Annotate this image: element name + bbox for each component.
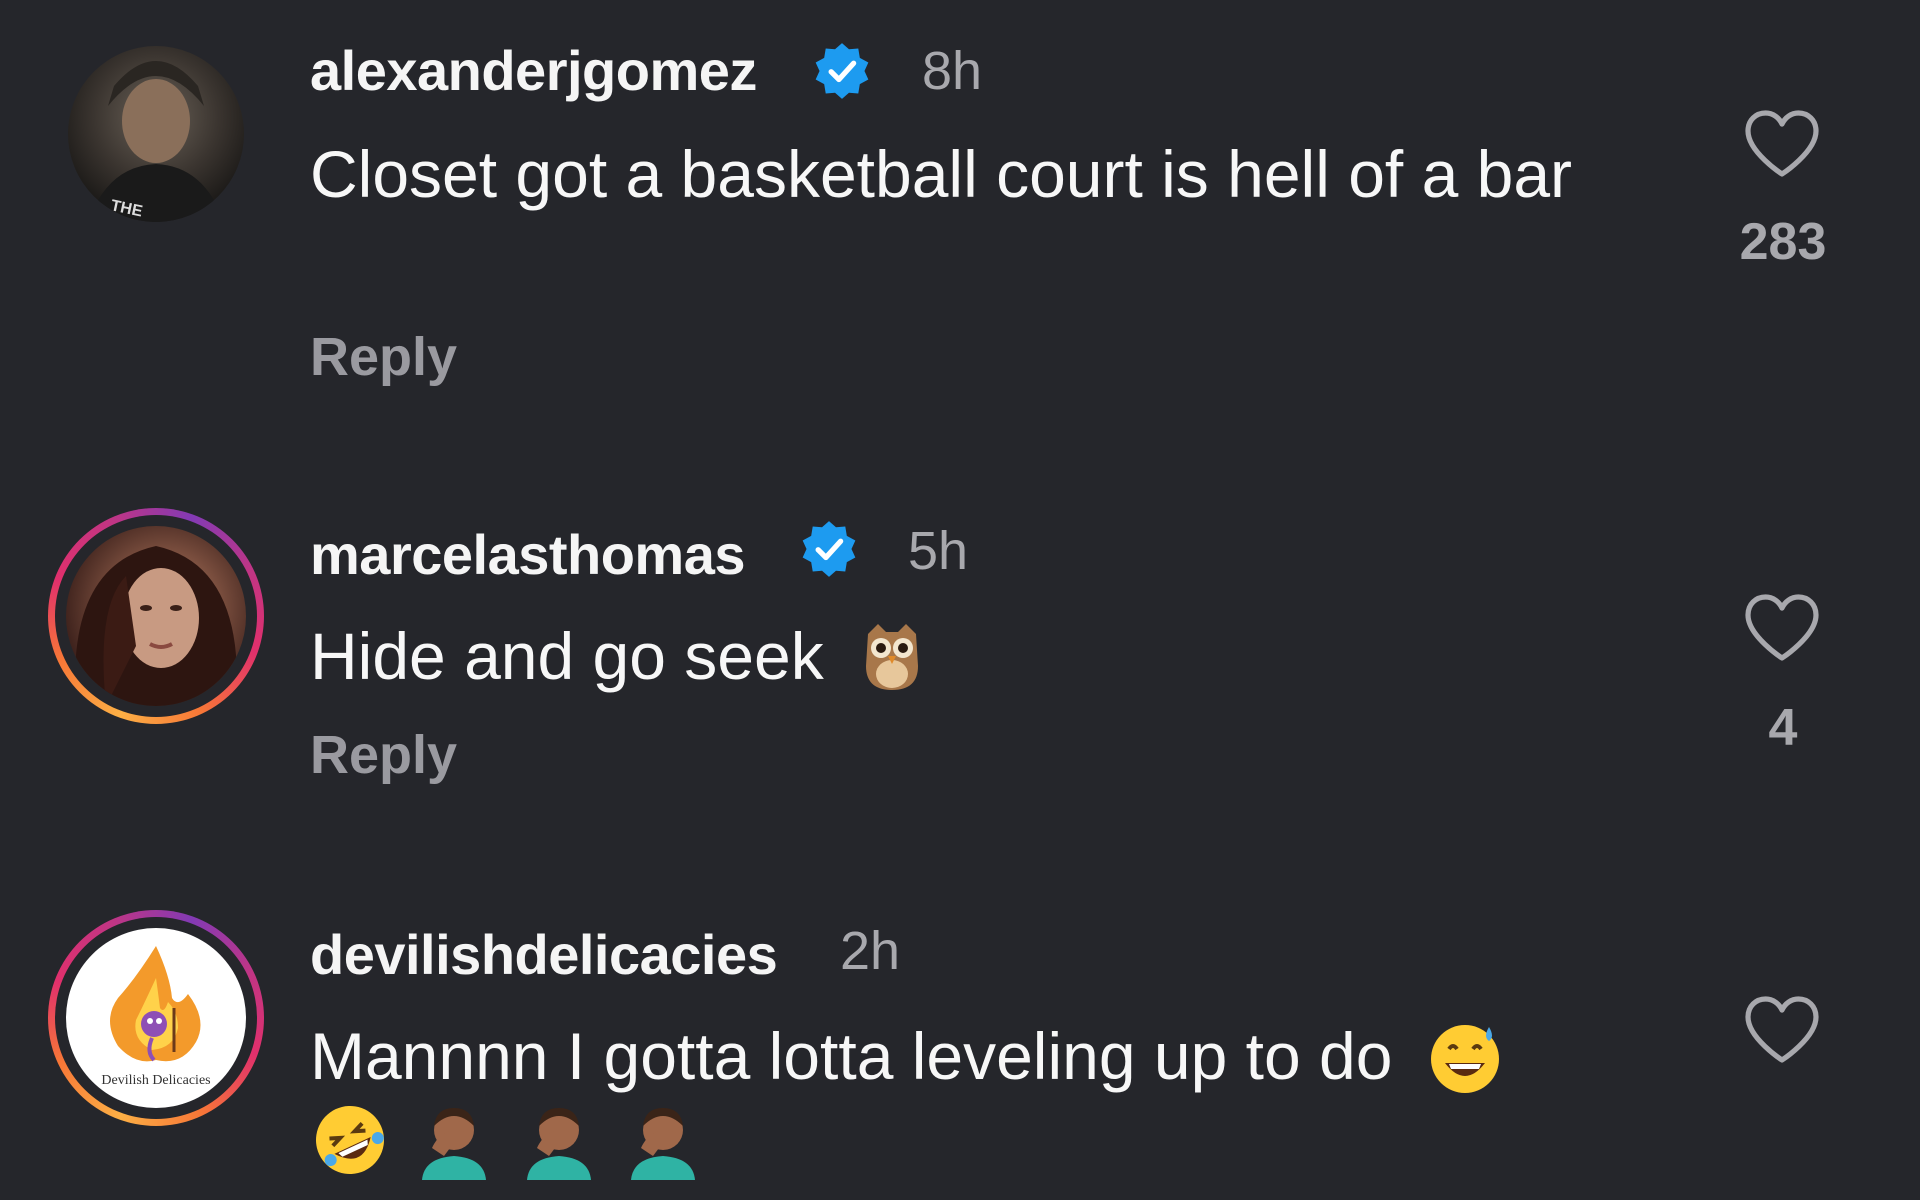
brand-logo: Devilish Delicacies bbox=[101, 946, 211, 1088]
facepalm-emoji-icon bbox=[422, 1108, 487, 1181]
comment-username[interactable]: marcelasthomas bbox=[310, 522, 746, 587]
profile-photo: THE bbox=[88, 61, 224, 222]
reply-button[interactable]: Reply bbox=[310, 724, 457, 786]
comment-time: 2h bbox=[840, 921, 901, 981]
facepalm-emoji-icon bbox=[631, 1108, 696, 1181]
grinning-sweat-emoji-icon bbox=[1430, 1024, 1499, 1093]
heart-outline-icon[interactable] bbox=[1742, 108, 1822, 180]
comment-username[interactable]: devilishdelicacies bbox=[310, 922, 778, 987]
like-count: 4 bbox=[1768, 699, 1798, 757]
avatar[interactable] bbox=[48, 508, 264, 724]
logo-text: Devilish Delicacies bbox=[101, 1073, 210, 1088]
heart-outline-icon[interactable] bbox=[1742, 592, 1822, 664]
reply-button[interactable]: Reply bbox=[310, 326, 457, 388]
owl-emoji-icon bbox=[866, 623, 919, 690]
rolling-laughing-emoji-icon bbox=[316, 1106, 384, 1175]
avatar[interactable]: THE bbox=[48, 46, 264, 262]
comment-text-content: Hide and go seek bbox=[310, 619, 824, 693]
verified-badge-icon bbox=[802, 521, 856, 577]
profile-photo bbox=[75, 546, 237, 706]
comment-time: 8h bbox=[922, 41, 983, 101]
comment-text-content: Mannnn I gotta lotta leveling up to do bbox=[310, 1019, 1393, 1093]
facepalm-emoji-icon bbox=[526, 1108, 591, 1181]
heart-outline-icon[interactable] bbox=[1742, 994, 1822, 1066]
comment-username[interactable]: alexanderjgomez bbox=[310, 38, 757, 103]
comment-time: 5h bbox=[908, 521, 969, 581]
comment-text: Mannnn I gotta lotta leveling up to do bbox=[310, 1016, 1610, 1181]
avatar[interactable]: Devilish Delicacies bbox=[48, 910, 264, 1126]
like-count: 283 bbox=[1739, 213, 1827, 271]
comment-text: Closet got a basketball court is hell of… bbox=[310, 137, 1573, 211]
verified-badge-icon bbox=[815, 43, 869, 99]
comment-text: Hide and go seek bbox=[310, 616, 1610, 696]
